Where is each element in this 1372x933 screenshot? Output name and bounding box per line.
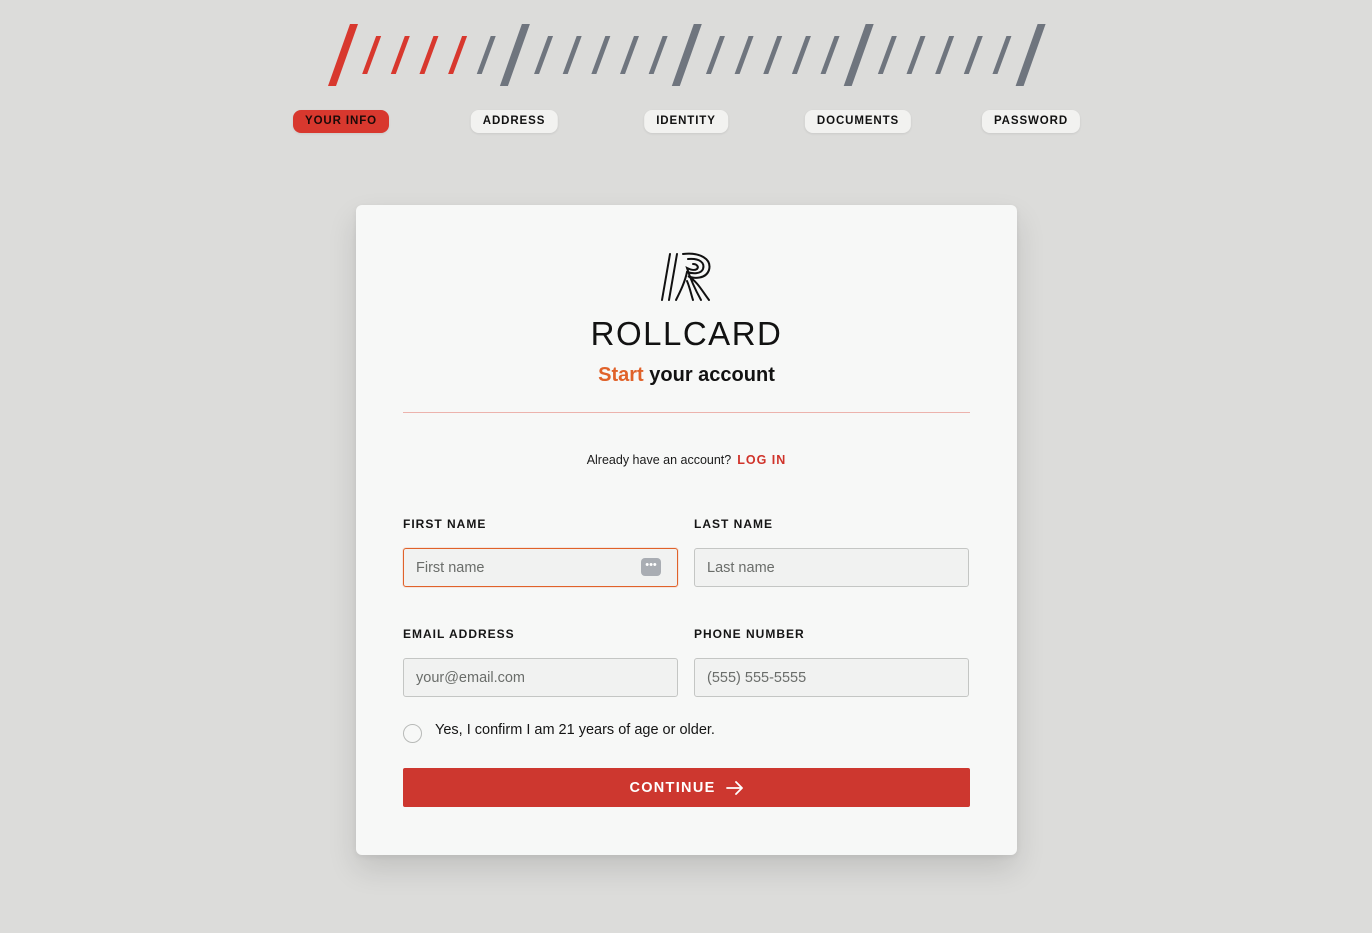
login-prompt: Already have an account? LOG IN bbox=[356, 453, 1017, 467]
login-link[interactable]: LOG IN bbox=[737, 453, 786, 467]
progress-tick bbox=[476, 36, 496, 74]
progress-major-tick bbox=[328, 24, 358, 86]
email-input[interactable] bbox=[403, 658, 678, 697]
progress-tick bbox=[591, 36, 611, 74]
email-label: EMAIL ADDRESS bbox=[403, 627, 515, 641]
progress-major-tick bbox=[843, 24, 874, 86]
first-name-input[interactable] bbox=[403, 548, 678, 587]
age-confirm-checkbox[interactable] bbox=[403, 724, 422, 743]
arrow-right-icon bbox=[725, 780, 743, 795]
progress-tick bbox=[820, 36, 840, 74]
divider bbox=[403, 412, 970, 413]
progress-tick bbox=[448, 36, 468, 74]
progress-tick bbox=[419, 36, 439, 74]
progress-major-tick bbox=[499, 24, 530, 86]
autofill-key-icon[interactable]: ••• bbox=[641, 558, 661, 576]
progress-slashes bbox=[328, 24, 1046, 86]
last-name-label: LAST NAME bbox=[694, 517, 773, 531]
first-name-label: FIRST NAME bbox=[403, 517, 487, 531]
progress-tick bbox=[791, 36, 811, 74]
progress-tick bbox=[877, 36, 897, 74]
phone-label: PHONE NUMBER bbox=[694, 627, 805, 641]
subtitle-accent: Start bbox=[598, 364, 644, 386]
step-navigation: YOUR INFO ADDRESS IDENTITY DOCUMENTS PAS… bbox=[0, 110, 1372, 134]
age-confirm-label: Yes, I confirm I am 21 years of age or o… bbox=[435, 722, 715, 738]
progress-tick bbox=[390, 36, 410, 74]
progress-tick bbox=[648, 36, 668, 74]
rollcard-logo-icon bbox=[661, 252, 711, 301]
continue-button-label: CONTINUE bbox=[629, 779, 716, 796]
progress-major-tick bbox=[671, 24, 702, 86]
last-name-input[interactable] bbox=[694, 548, 969, 587]
signup-card: ROLLCARD Start your account Already have… bbox=[356, 205, 1017, 855]
progress-tick bbox=[963, 36, 983, 74]
page-subtitle: Start your account bbox=[356, 364, 1017, 387]
step-identity[interactable]: IDENTITY bbox=[644, 110, 728, 133]
progress-tick bbox=[935, 36, 955, 74]
progress-tick bbox=[620, 36, 639, 74]
login-prompt-text: Already have an account? bbox=[586, 453, 732, 467]
brand-name: ROLLCARD bbox=[590, 315, 783, 352]
progress-tick bbox=[562, 36, 582, 74]
step-your-info[interactable]: YOUR INFO bbox=[293, 110, 389, 133]
step-address[interactable]: ADDRESS bbox=[470, 110, 558, 133]
progress-major-tick bbox=[1015, 24, 1046, 86]
progress-tick bbox=[906, 36, 926, 74]
progress-tick bbox=[362, 36, 382, 74]
progress-tick bbox=[763, 36, 783, 74]
progress-tick bbox=[992, 36, 1012, 74]
subtitle-rest: your account bbox=[643, 364, 775, 386]
phone-input[interactable] bbox=[694, 658, 969, 697]
continue-button[interactable]: CONTINUE bbox=[403, 768, 970, 807]
progress-tick bbox=[705, 36, 725, 74]
progress-tick bbox=[734, 36, 754, 74]
step-documents[interactable]: DOCUMENTS bbox=[804, 110, 912, 133]
progress-tick bbox=[534, 36, 554, 74]
step-password[interactable]: PASSWORD bbox=[981, 110, 1081, 133]
